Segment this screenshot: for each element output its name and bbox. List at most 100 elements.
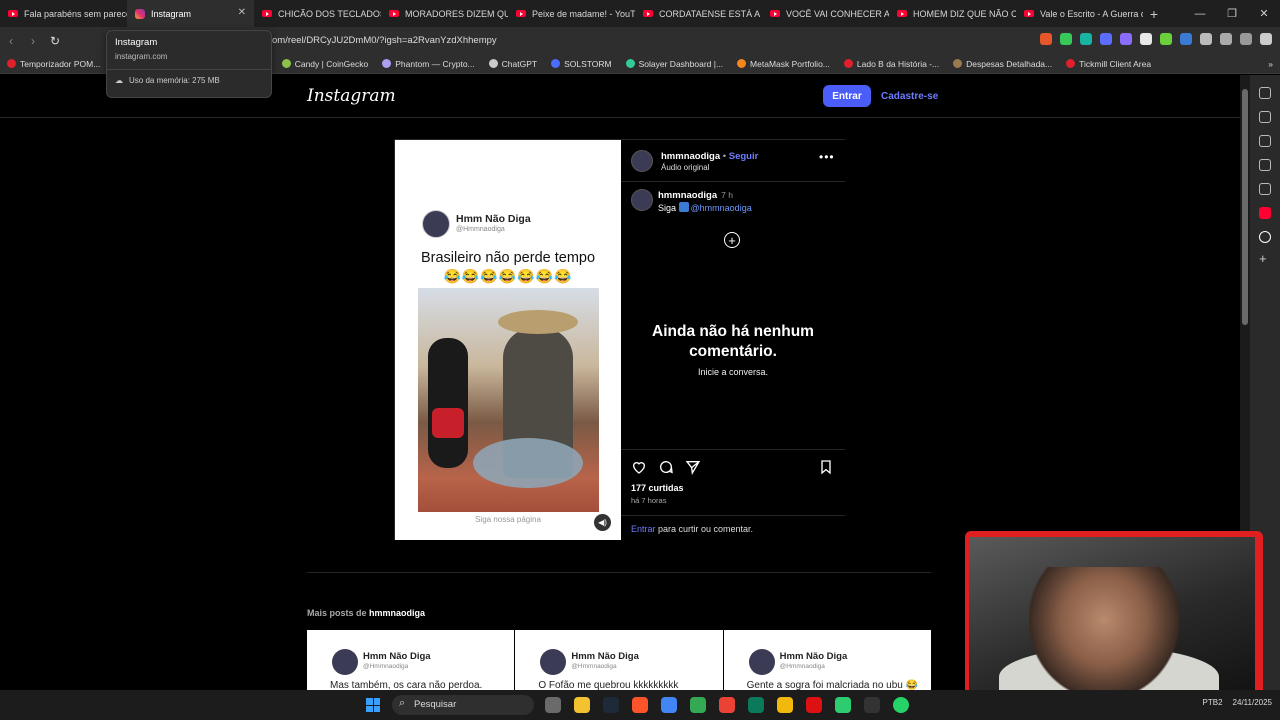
extension-icon[interactable] [1100,33,1112,45]
comment-mention[interactable]: @hmmnaodiga [691,203,752,213]
signup-link[interactable]: Cadastre-se [881,91,938,102]
wallet-icon[interactable] [1240,33,1252,45]
chrome-icon[interactable] [690,697,706,713]
sound-icon[interactable]: ◀) [594,514,611,531]
extension-icon[interactable] [1040,33,1052,45]
reel-media[interactable]: Hmm Não Diga @Hmmnaodiga Brasileiro não … [395,140,621,540]
bookmark-item[interactable]: Solayer Dashboard |... [619,59,730,69]
file-explorer-icon[interactable] [574,697,590,713]
share-icon[interactable] [685,459,701,475]
whatsapp-icon[interactable] [893,697,909,713]
clock-date[interactable]: 24/11/2025 [1233,698,1272,707]
bookmark-item[interactable]: Despesas Detalhada... [946,59,1059,69]
app-icon[interactable] [603,697,619,713]
extension-icon[interactable] [1180,33,1192,45]
bookmark-icon[interactable] [818,459,834,475]
browser-tab[interactable]: HOMEM DIZ QUE NÃO CI [889,0,1016,27]
tab-title: MORADORES DIZEM QUE [405,8,508,19]
browser-tab[interactable]: CORDATAENSE ESTÁ A PR [635,0,762,27]
comment-icon[interactable] [658,459,674,475]
chrome-icon[interactable] [719,697,735,713]
tooltip-domain: instagram.com [115,52,168,61]
app-icon[interactable] [748,697,764,713]
post-actions: 177 curtidas há 7 horas Entrar para curt… [621,449,845,540]
extension-icon[interactable] [1160,33,1172,45]
more-options-icon[interactable]: ••• [819,150,835,164]
settings-side-icon[interactable] [1259,231,1271,243]
bookmark-item[interactable]: Tickmill Client Area [1059,59,1158,69]
likes-count[interactable]: 177 curtidas [631,483,684,493]
video-frame[interactable] [418,288,599,512]
extension-icon[interactable] [1140,33,1152,45]
forward-icon[interactable]: › [22,34,44,48]
comment-username[interactable]: hmmnaodiga [658,190,717,201]
youtube-side-icon[interactable] [1259,207,1271,219]
reload-icon[interactable]: ↻ [44,34,66,48]
instagram-logo[interactable]: Instagram [307,86,396,106]
audio-label[interactable]: Áudio original [661,163,709,172]
back-icon[interactable]: ‹ [0,34,22,48]
bookmark-item[interactable]: MetaMask Portfolio... [730,59,837,69]
bookmark-favicon-icon [488,59,498,68]
author-username[interactable]: hmmnaodiga [661,151,720,162]
login-button[interactable]: Entrar [823,85,871,107]
scrollbar-thumb[interactable] [1242,89,1248,325]
heart-icon[interactable] [631,459,647,475]
wallet-side-icon[interactable] [1259,135,1271,147]
browser-tab[interactable]: VOCÊ VAI CONHECER A V [762,0,889,27]
brave-icon[interactable] [632,697,648,713]
bookmark-item[interactable]: Lado B da História -... [837,59,946,69]
bookmark-item[interactable]: Temporizador POM... [0,59,107,69]
media-footer: Siga nossa página [475,515,541,524]
reading-list-icon[interactable] [1259,183,1271,195]
add-panel-icon[interactable]: + [1259,251,1267,266]
post-header: hmmnaodiga • Seguir Áudio original ••• [621,140,845,182]
history-icon[interactable] [1259,159,1271,171]
youtube-icon [8,10,18,17]
tv-icon[interactable] [1259,111,1271,123]
extension-icon[interactable] [1080,33,1092,45]
app-icon[interactable] [835,697,851,713]
windows-start-icon[interactable] [366,698,380,712]
login-prompt-link[interactable]: Entrar [631,524,656,534]
grid-avatar [748,649,775,675]
close-tab-icon[interactable]: ✕ [238,7,246,18]
more-posts-user[interactable]: hmmnaodiga [369,608,425,618]
bookmarks-overflow-icon[interactable]: » [1261,59,1280,69]
follow-button[interactable]: Seguir [729,151,759,162]
bookmark-item[interactable]: ChatGPT [482,59,544,69]
menu-icon[interactable] [1260,33,1272,45]
minimize-icon[interactable]: — [1184,0,1216,27]
task-view-icon[interactable] [545,697,561,713]
media-avatar [422,210,450,238]
chrome-icon[interactable] [661,697,677,713]
bookmark-item[interactable]: Phantom — Crypto... [375,59,481,69]
comment-text: Siga @hmmnaodiga [658,202,752,213]
browser-tab[interactable]: Vale o Escrito - A Guerra d [1016,0,1143,27]
url-field[interactable]: om/reel/DRCyJU2DmM0/?igsh=a2RvanYzdXhhem… [272,35,497,46]
plus-circle-icon[interactable]: + [724,232,740,248]
bookmark-item[interactable]: Candy | CoinGecko [275,59,376,69]
language-indicator[interactable]: PTB2 [1203,698,1223,707]
new-tab-button[interactable]: + [1143,6,1165,22]
comment-avatar[interactable] [631,189,653,211]
app-icon[interactable] [806,697,822,713]
app-icon[interactable] [864,697,880,713]
sidebar-icon[interactable] [1220,33,1232,45]
taskbar-search[interactable]: Pesquisar [392,695,534,715]
author-avatar[interactable] [631,150,653,172]
browser-tab[interactable]: Peixe de madame! - YouTu [508,0,635,27]
browser-tab[interactable]: MORADORES DIZEM QUE [381,0,508,27]
maximize-icon[interactable]: ❐ [1216,0,1248,27]
puzzle-icon[interactable] [1200,33,1212,45]
close-window-icon[interactable]: ✕ [1248,0,1280,27]
extension-icon[interactable] [1120,33,1132,45]
browser-tab[interactable]: CHICÃO DOS TECLADOS E [254,0,381,27]
media-author-name: Hmm Não Diga [456,213,531,225]
binance-icon[interactable] [777,697,793,713]
ai-icon[interactable] [1259,87,1271,99]
browser-tab[interactable]: Fala parabéns sem parecer [0,0,127,27]
extension-icon[interactable] [1060,33,1072,45]
browser-tab[interactable]: Instagram ✕ [127,0,254,27]
bookmark-item[interactable]: SOLSTORM [544,59,619,69]
